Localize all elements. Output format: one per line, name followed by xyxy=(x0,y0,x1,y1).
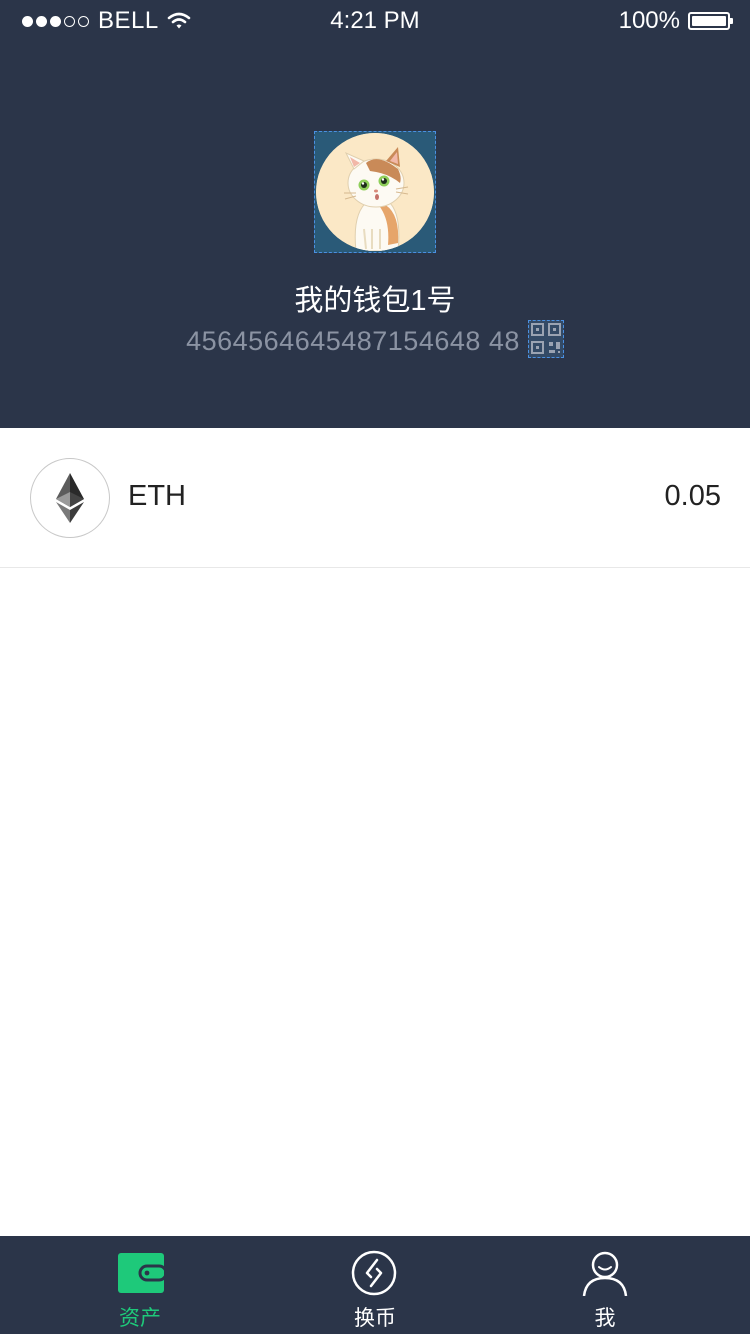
qr-code-button[interactable] xyxy=(527,320,564,358)
tab-label: 我 xyxy=(594,1307,616,1330)
coin-icon-container xyxy=(30,458,110,538)
user-icon xyxy=(582,1251,628,1296)
tab-assets[interactable]: 资产 xyxy=(15,1236,265,1334)
wallet-icon xyxy=(118,1253,164,1293)
status-bar: BELL 4:21 PM 100% xyxy=(0,0,750,40)
wallet-header: BELL 4:21 PM 100% 我的钱包1号 456456464548715… xyxy=(0,0,750,428)
battery-status: 100% xyxy=(618,7,733,35)
qr-code-icon xyxy=(530,323,561,354)
ethereum-icon xyxy=(56,473,84,523)
battery-percent: 100% xyxy=(618,7,680,34)
cat-avatar-icon xyxy=(316,133,434,251)
asset-row-eth[interactable]: ETH 0.05 xyxy=(0,428,750,568)
tab-exchange[interactable]: 换币 xyxy=(250,1236,500,1334)
battery-icon xyxy=(688,12,733,30)
wallet-address[interactable]: 4564564645487154648 48 xyxy=(186,326,520,357)
tab-label: 资产 xyxy=(119,1307,161,1330)
wallet-address-row: 4564564645487154648 48 xyxy=(0,320,750,362)
wallet-avatar-button[interactable] xyxy=(314,131,436,253)
tab-me[interactable]: 我 xyxy=(480,1236,730,1334)
coin-balance: 0.05 xyxy=(664,480,721,512)
wallet-name: 我的钱包1号 xyxy=(294,285,456,317)
coin-symbol: ETH xyxy=(128,480,186,512)
tab-label: 换币 xyxy=(354,1307,396,1330)
avatar xyxy=(316,133,434,251)
exchange-icon xyxy=(351,1250,397,1296)
bottom-tab-bar: 资产 换币 我 xyxy=(0,1236,750,1334)
